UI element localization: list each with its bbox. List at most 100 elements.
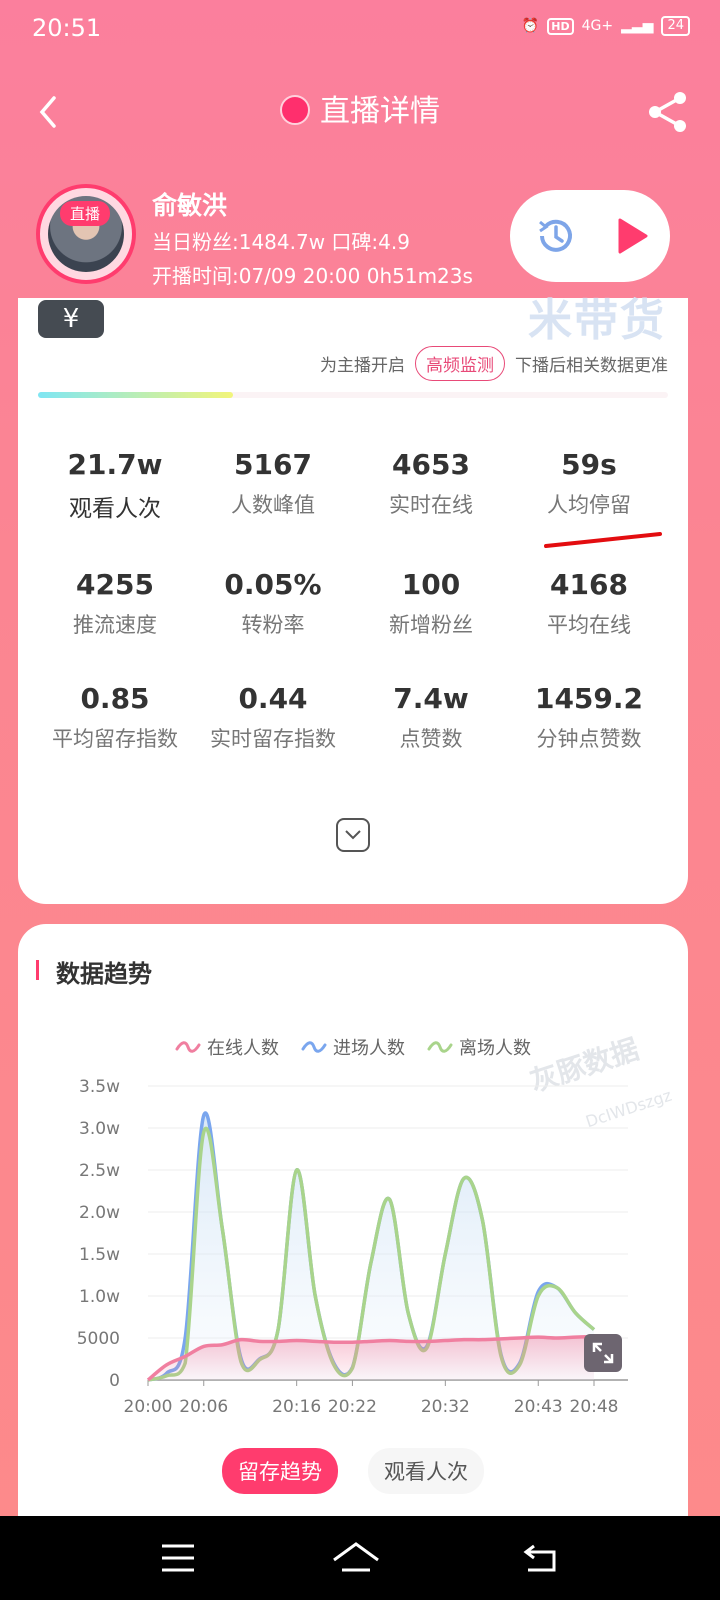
stat-value: 4255 — [76, 568, 154, 601]
monitor-row: 为主播开启 高频监测 下播后相关数据更准 — [320, 346, 668, 381]
system-nav-bar — [0, 1516, 720, 1600]
home-icon — [333, 1542, 379, 1572]
history-button[interactable] — [534, 214, 578, 258]
legend-label: 在线人数 — [207, 1038, 279, 1059]
status-time: 20:51 — [32, 14, 102, 42]
stat-label: 新增粉丝 — [389, 613, 473, 637]
y-tick-label: 2.5w — [79, 1161, 120, 1181]
expand-icon — [592, 1342, 614, 1364]
stat-value: 4653 — [392, 448, 470, 481]
home-nav-button[interactable] — [332, 1538, 380, 1578]
stat-item: 7.4w 点赞数 — [352, 682, 510, 753]
legend-label: 进场人数 — [333, 1038, 405, 1059]
tab-views[interactable]: 观看人次 — [368, 1448, 484, 1494]
x-tick-label: 20:32 — [421, 1397, 470, 1417]
tab-retention[interactable]: 留存趋势 — [222, 1448, 338, 1494]
expand-stats-button[interactable] — [336, 818, 370, 852]
stat-item: 4653 实时在线 — [352, 448, 510, 519]
stat-label: 人数峰值 — [231, 493, 315, 517]
anchor-name: 俞敏洪 — [152, 191, 228, 220]
x-tick-label: 20:16 — [272, 1397, 321, 1417]
chevron-down-icon — [345, 830, 361, 840]
live-logo-icon — [280, 94, 310, 125]
status-icons: ⏰ HD 4G+ ▂▃▅ 24 — [522, 16, 690, 36]
anchor-fans-line: 当日粉丝:1484.7w 口碑:4.9 — [152, 230, 410, 254]
anchor-avatar[interactable]: 直播 — [36, 184, 136, 284]
live-stats-card: 米带货 ¥ 为主播开启 高频监测 下播后相关数据更准 21.7w 观看人次 5167… — [18, 295, 688, 904]
monitor-suffix: 下播后相关数据更准 — [515, 356, 668, 376]
stat-value: 4168 — [550, 568, 628, 601]
y-tick-label: 0 — [109, 1371, 120, 1391]
stat-item: 4255 推流速度 — [36, 568, 194, 639]
stat-label: 实时在线 — [389, 493, 473, 517]
status-bar: 20:51 ⏰ HD 4G+ ▂▃▅ 24 — [0, 0, 720, 56]
stat-item: 0.85 平均留存指数 — [36, 682, 194, 753]
stat-item: 0.05% 转粉率 — [194, 568, 352, 639]
y-tick-label: 1.0w — [79, 1287, 120, 1307]
share-icon — [649, 92, 686, 132]
x-tick-label: 20:00 — [124, 1397, 173, 1417]
stat-label: 点赞数 — [399, 727, 463, 751]
stat-label: 平均在线 — [547, 613, 631, 637]
stat-label: 平均留存指数 — [52, 727, 178, 751]
stat-item: 5167 人数峰值 — [194, 448, 352, 519]
legend-item[interactable]: 进场人数 — [301, 1034, 405, 1060]
alarm-icon: ⏰ — [521, 18, 540, 34]
hand-drawn-underline — [544, 532, 662, 548]
stat-item: 1459.2 分钟点赞数 — [510, 682, 668, 753]
stat-value: 59s — [561, 448, 617, 481]
page-title-wrap: 直播详情 — [0, 92, 720, 132]
currency-button[interactable]: ¥ — [38, 300, 104, 338]
stat-label: 转粉率 — [241, 613, 305, 637]
y-tick-label: 5000 — [77, 1329, 120, 1349]
y-tick-label: 2.0w — [79, 1203, 120, 1223]
x-tick-label: 20:22 — [328, 1397, 377, 1417]
card-watermark: 米带货 — [528, 295, 666, 346]
x-tick-label: 20:48 — [570, 1397, 619, 1417]
share-button[interactable] — [646, 90, 690, 134]
menu-icon — [162, 1544, 194, 1572]
legend-wave-icon — [427, 1041, 453, 1053]
stat-label: 分钟点赞数 — [536, 727, 642, 751]
back-nav-button[interactable] — [520, 1538, 560, 1578]
fullscreen-button[interactable] — [584, 1334, 622, 1372]
stat-value: 1459.2 — [534, 682, 644, 715]
monitor-button[interactable]: 高频监测 — [415, 346, 505, 381]
stat-item: 59s 人均停留 — [510, 448, 668, 519]
history-icon — [539, 219, 572, 252]
hd-icon: HD — [547, 17, 574, 35]
stat-value: 0.05% — [224, 568, 322, 601]
stat-label: 实时留存指数 — [210, 727, 336, 751]
x-tick-label: 20:06 — [179, 1397, 228, 1417]
stat-value: 0.44 — [238, 682, 308, 715]
trend-chart: 0 5000 1.0w 1.5w 2.0w 2.5w 3.0w 3.5w 20:00 20:06 2… — [77, 1077, 628, 1417]
stat-value: 100 — [401, 568, 461, 601]
menu-nav-button[interactable] — [158, 1538, 198, 1578]
legend-wave-icon — [301, 1041, 327, 1053]
play-icon — [618, 218, 648, 254]
monitor-progress — [38, 392, 668, 398]
stat-item: 21.7w 观看人次 — [36, 448, 194, 523]
battery-indicator: 24 — [661, 16, 690, 36]
y-tick-label: 1.5w — [79, 1245, 120, 1265]
stat-item: 4168 平均在线 — [510, 568, 668, 639]
legend-wave-icon — [175, 1041, 201, 1053]
y-tick-label: 3.5w — [79, 1077, 120, 1097]
anchor-start-line: 开播时间:07/09 20:00 0h51m23s — [152, 264, 473, 288]
legend-item[interactable]: 离场人数 — [427, 1034, 531, 1060]
stat-value: 7.4w — [393, 682, 469, 715]
play-button[interactable] — [612, 216, 652, 256]
stat-label: 观看人次 — [69, 496, 161, 522]
legend-label: 离场人数 — [459, 1038, 531, 1059]
legend-item[interactable]: 在线人数 — [175, 1034, 279, 1060]
trend-tabs: 留存趋势 观看人次 — [18, 1448, 688, 1494]
signal-icon: ▂▃▅ — [621, 18, 654, 34]
trend-title: 数据趋势 — [56, 960, 152, 988]
stat-label: 推流速度 — [73, 613, 157, 637]
live-badge: 直播 — [60, 201, 111, 226]
network-indicator: 4G+ — [581, 18, 614, 34]
monitor-prefix: 为主播开启 — [320, 356, 405, 376]
monitor-progress-fill — [38, 392, 234, 398]
app-header: 直播详情 — [0, 80, 720, 144]
action-pill — [510, 190, 670, 282]
